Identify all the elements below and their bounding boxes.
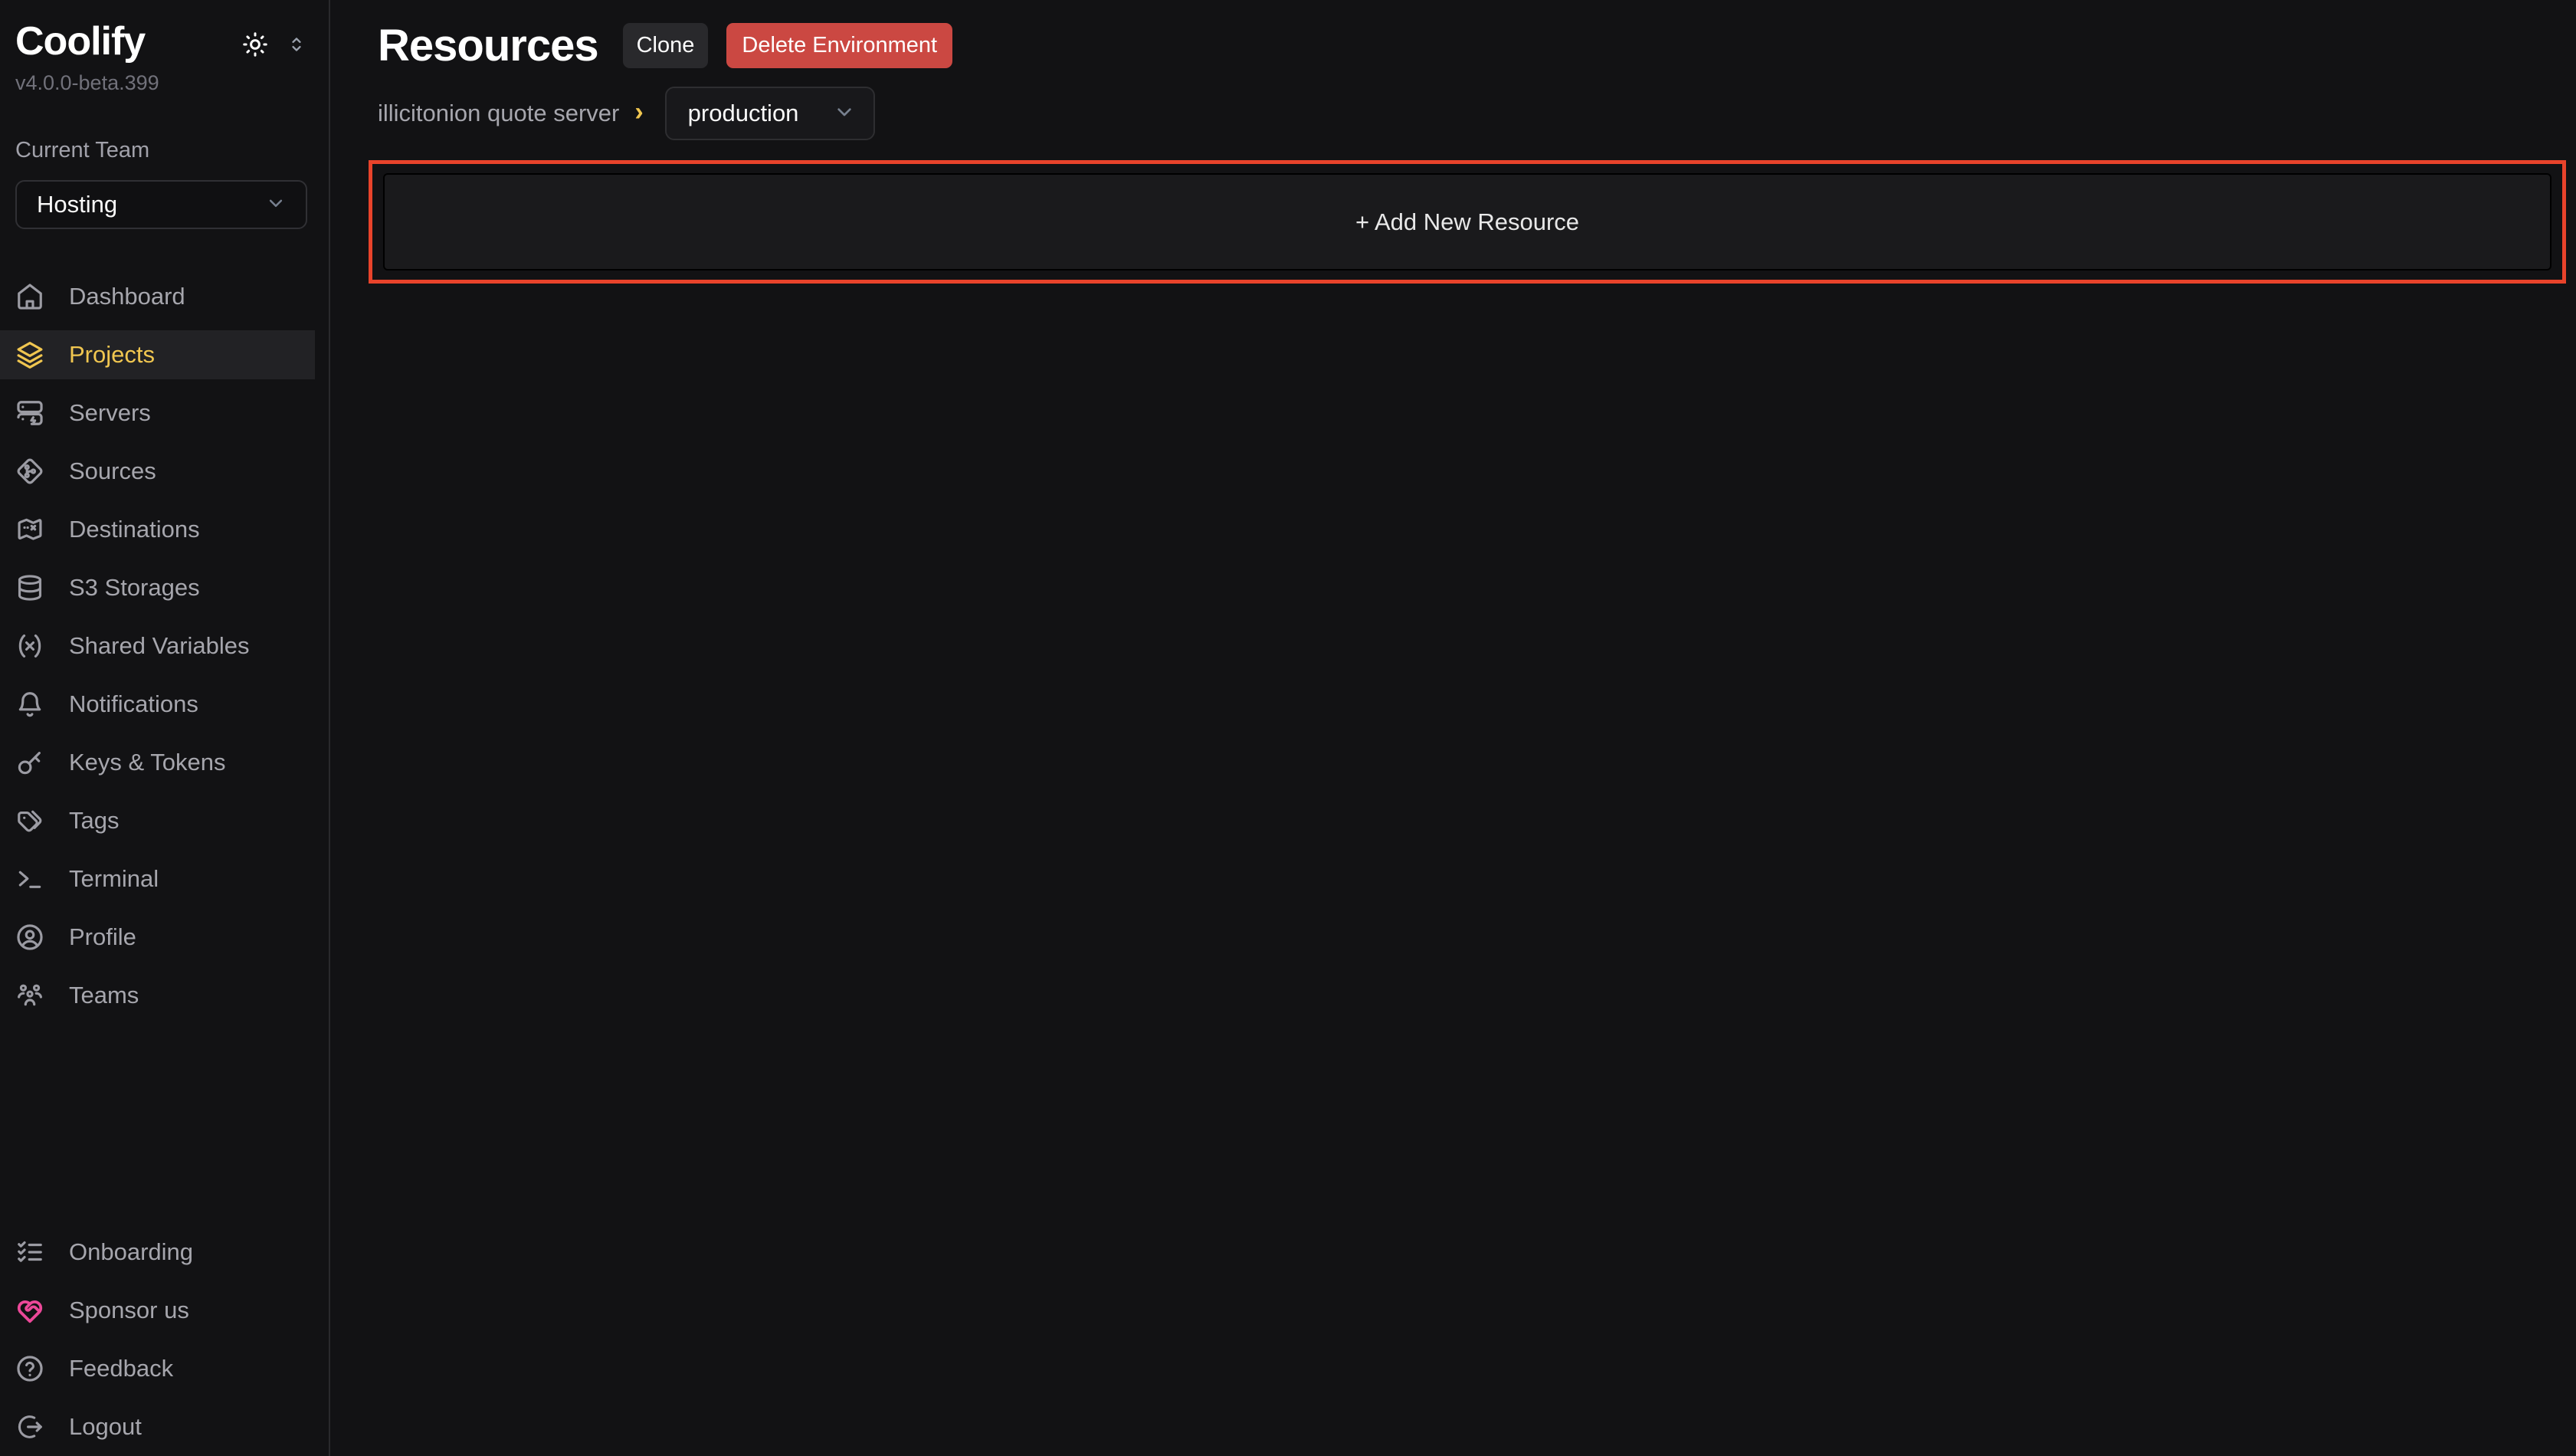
help-circle-icon bbox=[15, 1354, 44, 1383]
app-root: Coolify v4.0.0-beta.399 Current Team Hos… bbox=[0, 0, 2576, 1456]
environment-select[interactable]: production bbox=[665, 87, 876, 140]
database-icon bbox=[15, 573, 44, 602]
sidebar-footer-nav: Onboarding Sponsor us Feedback Logout bbox=[0, 1228, 329, 1456]
environment-select-value: production bbox=[688, 100, 799, 127]
layers-icon bbox=[15, 340, 44, 369]
sidebar-item-label: Logout bbox=[69, 1413, 142, 1441]
sidebar-item-label: S3 Storages bbox=[69, 574, 200, 602]
logout-icon bbox=[15, 1412, 44, 1441]
heart-hands-icon bbox=[15, 1296, 44, 1325]
sidebar: Coolify v4.0.0-beta.399 Current Team Hos… bbox=[0, 0, 330, 1456]
sidebar-item-terminal[interactable]: Terminal bbox=[0, 854, 315, 903]
sidebar-item-notifications[interactable]: Notifications bbox=[0, 680, 315, 729]
app-version: v4.0.0-beta.399 bbox=[15, 71, 307, 95]
server-icon bbox=[15, 398, 44, 428]
sidebar-item-onboarding[interactable]: Onboarding bbox=[0, 1228, 315, 1277]
variable-icon bbox=[15, 631, 44, 661]
users-icon bbox=[15, 981, 44, 1010]
sidebar-item-label: Onboarding bbox=[69, 1238, 193, 1266]
sidebar-item-label: Destinations bbox=[69, 516, 200, 543]
sidebar-item-label: Sponsor us bbox=[69, 1297, 189, 1324]
theme-toggle-button[interactable] bbox=[241, 31, 269, 61]
git-source-icon bbox=[15, 457, 44, 486]
sidebar-item-label: Dashboard bbox=[69, 283, 185, 310]
sidebar-item-feedback[interactable]: Feedback bbox=[0, 1344, 315, 1393]
sidebar-item-label: Projects bbox=[69, 341, 155, 369]
delete-environment-button[interactable]: Delete Environment bbox=[726, 23, 952, 68]
breadcrumb-project-link[interactable]: illicitonion quote server bbox=[378, 100, 619, 127]
map-icon bbox=[15, 515, 44, 544]
add-new-resource-button[interactable]: + Add New Resource bbox=[383, 173, 2551, 271]
sun-icon bbox=[241, 31, 269, 61]
page-header: Resources Clone Delete Environment bbox=[330, 0, 2576, 71]
chevron-down-icon bbox=[832, 100, 857, 128]
sidebar-item-dashboard[interactable]: Dashboard bbox=[0, 272, 315, 321]
app-logo: Coolify bbox=[15, 20, 145, 64]
chevron-down-icon bbox=[264, 192, 287, 218]
page-title: Resources bbox=[378, 20, 598, 71]
sidebar-item-tags[interactable]: Tags bbox=[0, 796, 315, 845]
user-circle-icon bbox=[15, 923, 44, 952]
sidebar-item-label: Feedback bbox=[69, 1355, 173, 1382]
sidebar-item-label: Shared Variables bbox=[69, 632, 250, 660]
sidebar-item-projects[interactable]: Projects bbox=[0, 330, 315, 379]
sidebar-item-label: Terminal bbox=[69, 865, 159, 893]
key-icon bbox=[15, 748, 44, 777]
chevrons-up-down-icon bbox=[286, 34, 307, 57]
sidebar-item-servers[interactable]: Servers bbox=[0, 389, 315, 438]
team-select[interactable]: Hosting bbox=[15, 180, 307, 229]
tags-icon bbox=[15, 806, 44, 835]
breadcrumb: illicitonion quote server › production bbox=[330, 71, 2576, 140]
sidebar-item-label: Sources bbox=[69, 457, 156, 485]
clone-button[interactable]: Clone bbox=[623, 23, 709, 68]
team-section: Current Team Hosting bbox=[0, 138, 329, 229]
sidebar-item-sources[interactable]: Sources bbox=[0, 447, 315, 496]
sidebar-item-label: Notifications bbox=[69, 690, 198, 718]
add-new-resource-label: + Add New Resource bbox=[1355, 208, 1579, 236]
bell-icon bbox=[15, 690, 44, 719]
sidebar-item-teams[interactable]: Teams bbox=[0, 971, 315, 1020]
sidebar-item-label: Teams bbox=[69, 982, 139, 1009]
main-content: Resources Clone Delete Environment illic… bbox=[330, 0, 2576, 1456]
sidebar-nav: Dashboard Projects Servers Sources Desti… bbox=[0, 272, 329, 1020]
sidebar-item-label: Keys & Tokens bbox=[69, 749, 225, 776]
sidebar-item-label: Tags bbox=[69, 807, 119, 835]
sidebar-item-label: Servers bbox=[69, 399, 151, 427]
version-switcher-button[interactable] bbox=[286, 34, 307, 57]
sidebar-header: Coolify v4.0.0-beta.399 bbox=[0, 0, 329, 95]
current-team-label: Current Team bbox=[15, 138, 307, 163]
chevron-right-icon: › bbox=[634, 99, 643, 128]
sidebar-item-label: Profile bbox=[69, 923, 136, 951]
sidebar-item-s3-storages[interactable]: S3 Storages bbox=[0, 563, 315, 612]
sidebar-item-sponsor-us[interactable]: Sponsor us bbox=[0, 1286, 315, 1335]
sidebar-item-keys-tokens[interactable]: Keys & Tokens bbox=[0, 738, 315, 787]
terminal-icon bbox=[15, 864, 44, 894]
sidebar-item-shared-variables[interactable]: Shared Variables bbox=[0, 621, 315, 671]
home-icon bbox=[15, 282, 44, 311]
sidebar-item-logout[interactable]: Logout bbox=[0, 1402, 315, 1451]
team-select-value: Hosting bbox=[37, 191, 117, 218]
sidebar-item-destinations[interactable]: Destinations bbox=[0, 505, 315, 554]
annotation-highlight-box: + Add New Resource bbox=[369, 160, 2566, 284]
list-checks-icon bbox=[15, 1238, 44, 1267]
sidebar-item-profile[interactable]: Profile bbox=[0, 913, 315, 962]
